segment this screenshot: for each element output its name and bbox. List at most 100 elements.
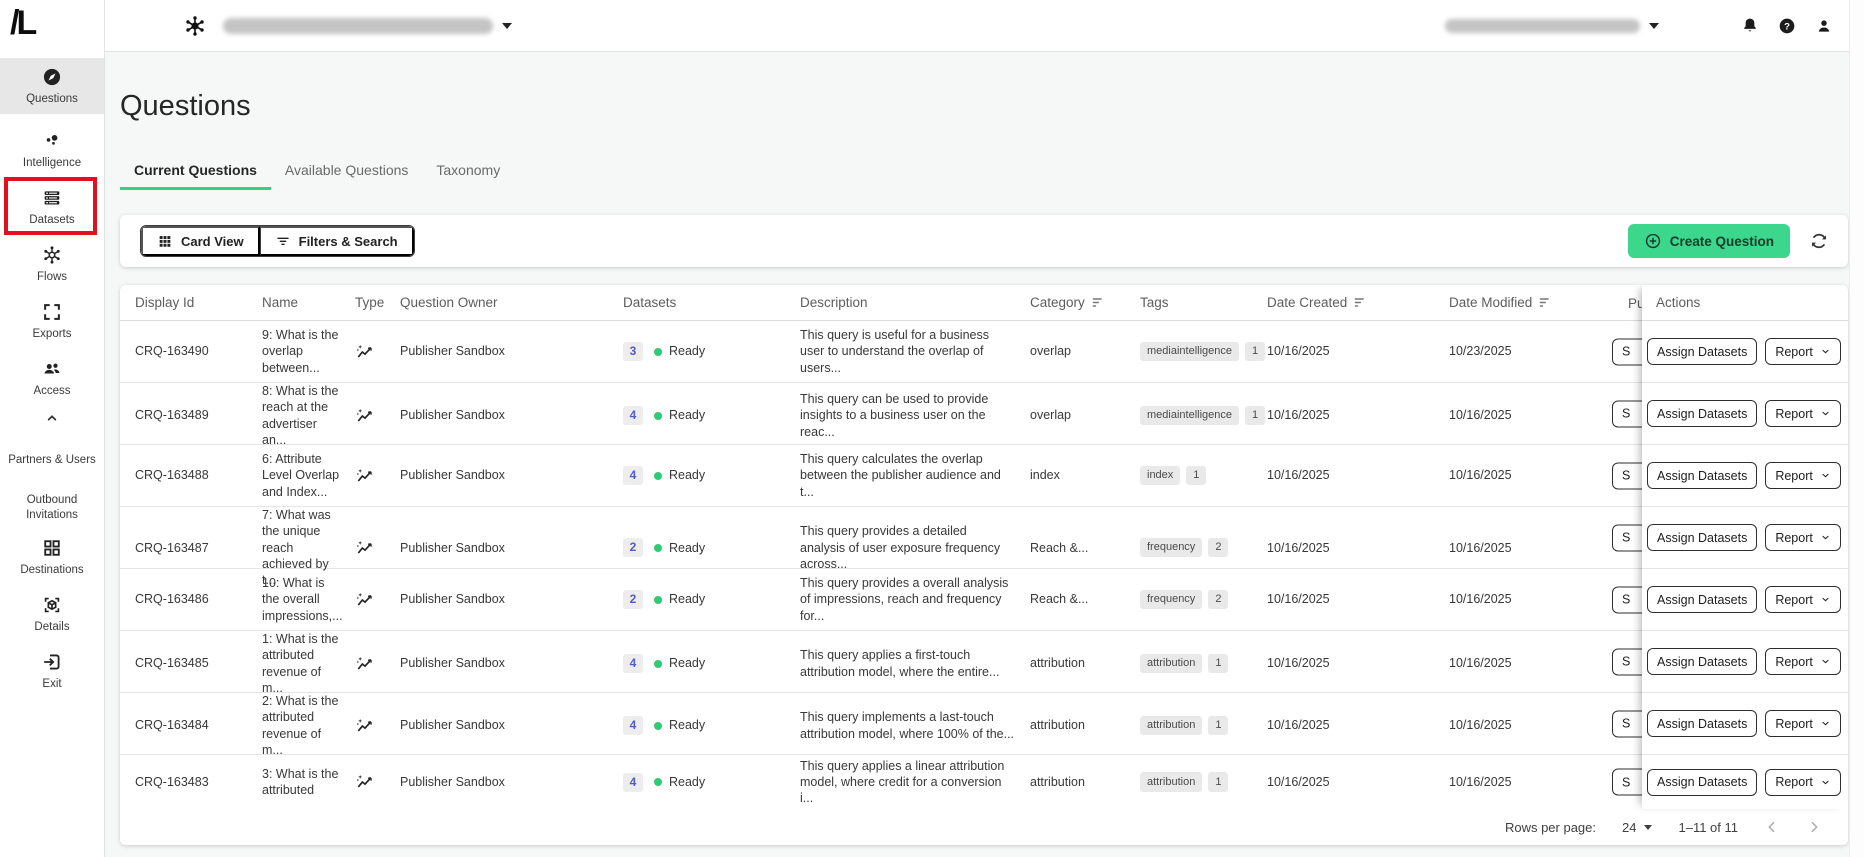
help-icon[interactable]: ? — [1777, 16, 1797, 36]
report-label: Report — [1775, 716, 1813, 731]
sidebar-item-intelligence[interactable]: Intelligence — [0, 122, 104, 178]
plus-circle-icon — [1644, 232, 1662, 250]
sort-icon — [1092, 297, 1106, 308]
report-dropdown-button[interactable]: Report — [1765, 648, 1841, 675]
liveramp-logo: /L — [10, 4, 37, 42]
account-chevron-down-icon[interactable] — [1649, 22, 1659, 29]
report-dropdown-button[interactable]: Report — [1765, 586, 1841, 613]
assign-datasets-button[interactable]: Assign Datasets — [1647, 768, 1758, 796]
workspace-chevron-down-icon[interactable] — [502, 22, 512, 29]
browser-scrollbar[interactable] — [1849, 0, 1864, 857]
sidebar-item-exports[interactable]: Exports — [0, 293, 104, 349]
name-value: 2: What is the attributed revenue of m..… — [262, 694, 339, 757]
cell-date-created: 10/16/2025 — [1252, 540, 1434, 556]
tag-chip: frequency — [1140, 537, 1203, 558]
column-header-label: Tags — [1140, 295, 1169, 310]
report-dropdown-button[interactable]: Report — [1765, 400, 1841, 427]
column-header-date-created[interactable]: Date Created — [1252, 295, 1434, 310]
cell-name: 10: What is the overall impressions,... — [247, 575, 343, 624]
previous-page-icon[interactable] — [1764, 819, 1780, 835]
report-dropdown-button[interactable]: Report — [1765, 524, 1841, 551]
chevron-down-small-icon — [1820, 470, 1831, 481]
topbar-right: ? — [1445, 16, 1834, 36]
table-toolbar: Card View Filters & Search Create Questi… — [120, 215, 1848, 267]
chevron-up-icon[interactable] — [0, 410, 104, 426]
table-row[interactable]: CRQ-163489 8: What is the reach at the ad… — [120, 383, 1848, 447]
cell-name: 1: What is the attributed revenue of m..… — [247, 631, 340, 696]
table-row[interactable]: CRQ-163490 9: What is the overlap between… — [120, 321, 1848, 383]
assign-datasets-button[interactable]: Assign Datasets — [1647, 648, 1758, 675]
card-view-button[interactable]: Card View — [141, 226, 260, 256]
refresh-icon[interactable] — [1808, 230, 1830, 252]
cell-date-created: 10/16/2025 — [1252, 467, 1434, 483]
tab-available-questions[interactable]: Available Questions — [271, 156, 422, 190]
cell-question-owner: Publisher Sandbox — [385, 717, 608, 733]
assign-datasets-button[interactable]: Assign Datasets — [1647, 710, 1758, 737]
cell-category: attribution — [1015, 774, 1125, 790]
cell-datasets: 4 Ready — [608, 772, 785, 792]
bell-icon[interactable] — [1740, 16, 1760, 36]
sidebar-item-outbound-invitations[interactable]: Outbound Invitations — [0, 488, 104, 528]
table-row[interactable]: CRQ-163483 3: What is the attributed Publi… — [120, 755, 1848, 809]
display-id-value: CRQ-163488 — [135, 468, 209, 483]
display-id-value: CRQ-163490 — [135, 344, 209, 359]
column-header-label: Description — [800, 295, 868, 310]
questions-table: Display Id Name Type Question Owner Datasets… — [120, 285, 1848, 845]
date-modified-value: 10/16/2025 — [1449, 774, 1512, 789]
rows-per-page-select[interactable]: 24 — [1622, 820, 1653, 835]
main-content: Questions Current Questions Available Que… — [105, 52, 1849, 857]
create-question-button[interactable]: Create Question — [1627, 224, 1790, 258]
display-id-value: CRQ-163485 — [135, 656, 209, 671]
category-value: Reach &... — [1030, 540, 1089, 555]
sidebar-item-exit[interactable]: Exit — [0, 643, 104, 699]
next-page-icon[interactable] — [1806, 819, 1822, 835]
report-dropdown-button[interactable]: Report — [1765, 710, 1841, 737]
table-row[interactable]: CRQ-163485 1: What is the attributed reve… — [120, 631, 1848, 696]
report-dropdown-button[interactable]: Report — [1765, 768, 1841, 796]
report-dropdown-button[interactable]: Report — [1765, 462, 1841, 489]
assign-datasets-button[interactable]: Assign Datasets — [1647, 338, 1758, 365]
cell-display-id: CRQ-163483 — [120, 774, 247, 790]
date-modified-value: 10/16/2025 — [1449, 656, 1512, 671]
sidebar-item-partners-users[interactable]: Partners & Users — [0, 440, 104, 480]
cell-description: This query is useful for a business user… — [785, 327, 1015, 376]
filters-search-button[interactable]: Filters & Search — [259, 226, 414, 256]
sidebar-item-datasets[interactable]: Datasets — [0, 179, 104, 235]
sidebar-item-label: Destinations — [20, 563, 84, 576]
table-row[interactable]: CRQ-163484 2: What is the attributed reve… — [120, 693, 1848, 757]
svg-text:?: ? — [1784, 21, 1790, 32]
table-row[interactable]: CRQ-163488 6: Attribute Level Overlap and… — [120, 445, 1848, 507]
sidebar-item-destinations[interactable]: Destinations — [0, 529, 104, 585]
cell-date-created: 10/16/2025 — [1252, 591, 1434, 607]
table-row[interactable]: CRQ-163487 7: What was the unique reach a… — [120, 507, 1848, 587]
topbar: ? — [105, 0, 1864, 52]
sidebar-item-questions[interactable]: Questions — [0, 58, 104, 114]
column-header-date-modified[interactable]: Date Modified — [1434, 295, 1604, 310]
actions-sticky-panel: Actions Assign DatasetsReport⋯Assign Dat… — [1642, 285, 1848, 809]
assign-datasets-button[interactable]: Assign Datasets — [1647, 524, 1758, 551]
account-icon[interactable] — [1814, 16, 1834, 36]
assign-datasets-button[interactable]: Assign Datasets — [1647, 400, 1758, 427]
sidebar-item-access[interactable]: Access — [0, 350, 104, 406]
tab-taxonomy[interactable]: Taxonomy — [422, 156, 514, 190]
cell-description: This query provides a detailed analysis … — [785, 523, 1015, 572]
cell-tags: attribution 1 — [1125, 715, 1252, 736]
cell-date-modified: 10/16/2025 — [1434, 655, 1604, 671]
rows-per-page-caret-icon — [1644, 824, 1653, 830]
column-header-category[interactable]: Category — [1015, 295, 1125, 310]
sidebar-item-details[interactable]: Details — [0, 586, 104, 642]
name-value: 3: What is the attributed — [262, 766, 339, 797]
column-header-label: Type — [355, 295, 385, 310]
tab-current-questions[interactable]: Current Questions — [120, 156, 271, 190]
table-row[interactable]: CRQ-163486 10: What is the overall impres… — [120, 569, 1848, 631]
owner-value: Publisher Sandbox — [400, 592, 505, 607]
sidebar-item-flows[interactable]: Flows — [0, 236, 104, 292]
report-label: Report — [1775, 654, 1813, 669]
report-dropdown-button[interactable]: Report — [1765, 338, 1841, 365]
assign-datasets-button[interactable]: Assign Datasets — [1647, 586, 1758, 613]
description-value: This query is useful for a business user… — [800, 328, 989, 375]
dataset-count-badge: 4 — [623, 716, 643, 735]
assign-datasets-button[interactable]: Assign Datasets — [1647, 462, 1758, 489]
date-modified-value: 10/16/2025 — [1449, 718, 1512, 733]
cell-tags: frequency 2 — [1125, 589, 1252, 610]
